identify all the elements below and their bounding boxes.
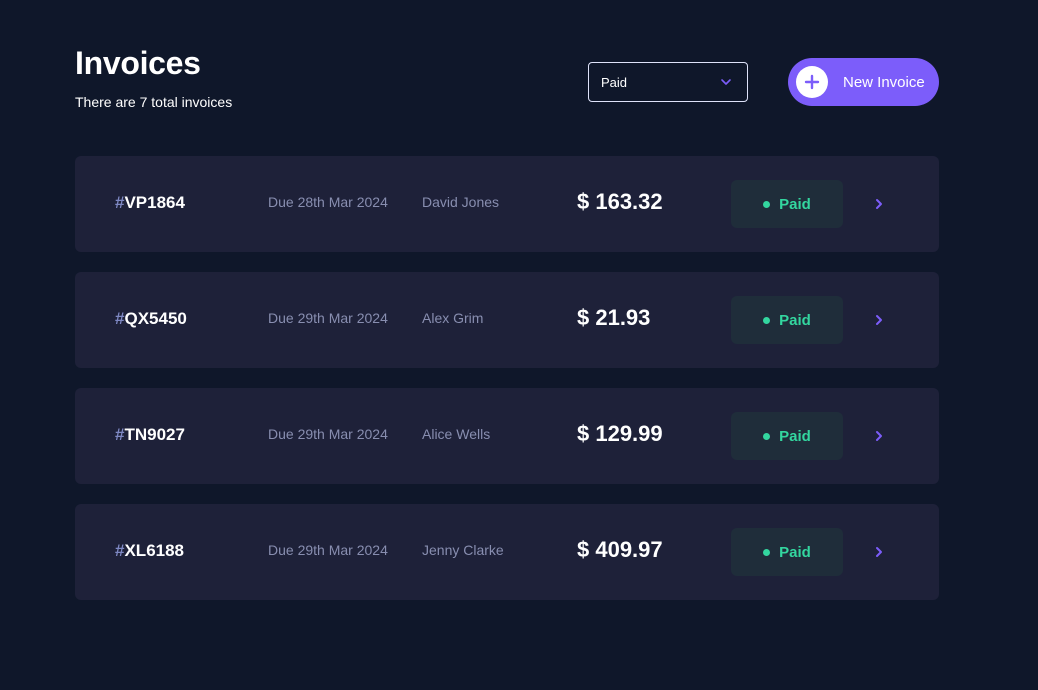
status-dot-icon (763, 432, 771, 440)
invoice-id: #VP1864 (115, 193, 185, 213)
invoice-client-name: Jenny Clarke (422, 542, 504, 558)
invoice-id-value: TN9027 (124, 425, 185, 444)
status-badge: Paid (731, 180, 843, 228)
chevron-right-icon[interactable] (872, 196, 886, 212)
invoice-client-name: David Jones (422, 194, 500, 210)
invoice-due-date: Due 28th Mar 2024 (268, 194, 388, 210)
status-badge: Paid (731, 296, 843, 344)
invoice-list: #VP1864 Due 28th Mar 2024 David Jones $ … (75, 156, 939, 620)
status-dot-icon (763, 548, 771, 556)
invoice-row[interactable]: #TN9027 Due 29th Mar 2024 Alice Wells $ … (75, 388, 939, 484)
invoice-id-value: XL6188 (124, 541, 185, 560)
status-dot-icon (763, 200, 771, 208)
status-dot-icon (763, 316, 771, 324)
invoice-id-value: VP1864 (124, 193, 185, 212)
status-label: Paid (779, 427, 811, 445)
chevron-down-icon (721, 79, 731, 85)
invoice-due-date: Due 29th Mar 2024 (268, 310, 388, 326)
plus-icon-container (796, 66, 828, 98)
status-label: Paid (779, 543, 811, 561)
new-invoice-label: New Invoice (843, 73, 925, 91)
new-invoice-button[interactable]: New Invoice (788, 58, 939, 106)
filter-selected-value: Paid (601, 74, 628, 90)
invoice-client-name: Alex Grim (422, 310, 484, 326)
chevron-right-icon[interactable] (872, 312, 886, 328)
invoice-amount: $ 21.93 (577, 305, 651, 330)
page-title: Invoices (75, 45, 201, 81)
invoice-client-name: Alice Wells (422, 426, 491, 442)
status-badge: Paid (731, 412, 843, 460)
invoice-amount: $ 163.32 (577, 189, 663, 214)
invoice-count-text: There are 7 total invoices (75, 94, 233, 110)
invoice-id: #QX5450 (115, 309, 187, 329)
status-badge: Paid (731, 528, 843, 576)
invoices-page: Invoices There are 7 total invoices Paid… (0, 0, 1038, 690)
status-filter-dropdown[interactable]: Paid (588, 62, 748, 102)
invoice-due-date: Due 29th Mar 2024 (268, 426, 388, 442)
invoice-row[interactable]: #QX5450 Due 29th Mar 2024 Alex Grim $ 21… (75, 272, 939, 368)
invoice-id: #TN9027 (115, 425, 185, 445)
invoice-due-date: Due 29th Mar 2024 (268, 542, 388, 558)
chevron-right-icon[interactable] (872, 428, 886, 444)
invoice-row[interactable]: #XL6188 Due 29th Mar 2024 Jenny Clarke $… (75, 504, 939, 600)
invoice-amount: $ 409.97 (577, 537, 663, 562)
plus-icon (804, 74, 820, 90)
chevron-right-icon[interactable] (872, 544, 886, 560)
invoice-id-value: QX5450 (124, 309, 187, 328)
invoice-row[interactable]: #VP1864 Due 28th Mar 2024 David Jones $ … (75, 156, 939, 252)
status-label: Paid (779, 311, 811, 329)
invoice-id: #XL6188 (115, 541, 184, 561)
invoice-amount: $ 129.99 (577, 421, 663, 446)
status-label: Paid (779, 195, 811, 213)
